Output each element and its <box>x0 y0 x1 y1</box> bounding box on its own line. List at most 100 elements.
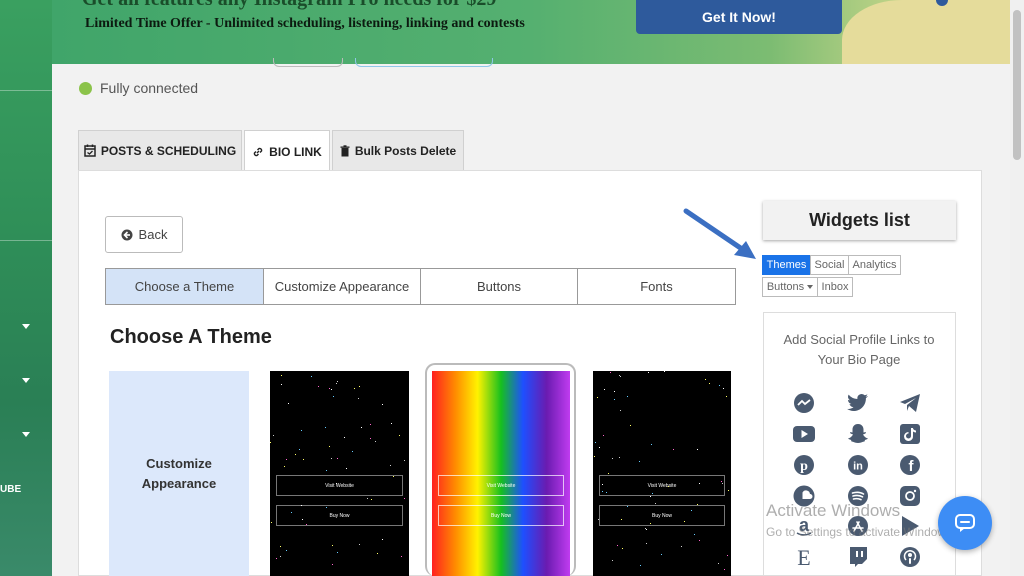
star-decoration <box>697 449 698 450</box>
star-decoration <box>650 496 651 497</box>
chevron-down-icon[interactable] <box>22 378 30 383</box>
widget-tab-social[interactable]: Social <box>810 255 849 275</box>
star-decoration <box>281 384 282 385</box>
star-decoration <box>604 389 605 390</box>
star-decoration <box>336 483 337 484</box>
subtab-fonts[interactable]: Fonts <box>577 268 736 305</box>
star-decoration <box>367 498 368 499</box>
star-decoration <box>639 461 640 462</box>
star-decoration <box>646 529 647 530</box>
star-decoration <box>271 522 272 523</box>
calendar-check-icon <box>84 144 96 157</box>
star-decoration <box>336 383 337 384</box>
star-decoration <box>326 470 327 471</box>
star-decoration <box>329 446 330 447</box>
preview-visit-button: Visit Website <box>438 475 564 496</box>
star-decoration <box>705 379 706 380</box>
telegram-icon[interactable] <box>898 391 922 415</box>
snapchat-icon[interactable] <box>846 422 870 446</box>
svg-text:p: p <box>800 459 808 474</box>
status-indicator <box>79 82 92 95</box>
sidebar-item-youtube-label[interactable]: UBE <box>0 484 21 495</box>
header-button[interactable] <box>355 58 493 67</box>
pinterest-icon[interactable]: p <box>792 453 816 477</box>
subtab-buttons[interactable]: Buttons <box>420 268 578 305</box>
podcast-icon[interactable] <box>898 545 922 569</box>
star-decoration <box>333 396 334 397</box>
star-decoration <box>699 483 700 484</box>
theme-card-rainbow[interactable]: Visit Website Buy Now <box>432 371 570 576</box>
star-decoration <box>331 458 332 459</box>
star-decoration <box>627 506 628 507</box>
messenger-icon[interactable] <box>792 391 816 415</box>
chat-button[interactable] <box>938 496 992 550</box>
tab-label: BIO LINK <box>269 144 322 159</box>
widget-tab-inbox[interactable]: Inbox <box>817 277 853 297</box>
star-decoration <box>610 372 611 373</box>
instagram-icon[interactable] <box>898 484 922 508</box>
theme-card-customize[interactable]: Customize Appearance <box>109 371 249 576</box>
theme-card-starry-dark[interactable]: Visit Website Buy Now <box>593 371 731 576</box>
chevron-down-icon[interactable] <box>22 324 30 329</box>
chat-icon <box>955 514 975 532</box>
subtab-customize-appearance[interactable]: Customize Appearance <box>263 268 421 305</box>
caret-down-icon <box>807 285 814 289</box>
star-decoration <box>280 556 281 557</box>
social-panel-heading: Add Social Profile Links to Your Bio Pag… <box>783 332 935 367</box>
tab-posts-scheduling[interactable]: POSTS & SCHEDULING <box>78 130 242 170</box>
star-decoration <box>382 404 383 405</box>
star-decoration <box>375 441 376 442</box>
twitter-icon[interactable] <box>846 391 870 415</box>
widget-tab-themes[interactable]: Themes <box>762 255 811 275</box>
tiktok-icon[interactable] <box>898 422 922 446</box>
star-decoration <box>332 564 333 565</box>
linkedin-icon[interactable]: in <box>846 453 870 477</box>
banner-decoration <box>842 0 1010 64</box>
tab-label: POSTS & SCHEDULING <box>100 143 237 158</box>
star-decoration <box>724 569 725 570</box>
star-decoration <box>722 483 723 484</box>
facebook-icon[interactable]: f <box>898 453 922 477</box>
subtab-choose-theme[interactable]: Choose a Theme <box>105 268 264 305</box>
preview-visit-button: Visit Website <box>599 475 725 496</box>
star-decoration <box>602 484 603 485</box>
widget-tab-buttons[interactable]: Buttons <box>762 277 818 297</box>
tab-bio-link[interactable]: BIO LINK <box>244 130 330 172</box>
star-decoration <box>270 442 271 443</box>
star-decoration <box>621 519 622 520</box>
widget-tab-label: Buttons <box>766 281 805 293</box>
windows-watermark-title: Activate Windows <box>766 501 901 520</box>
scrollbar-thumb[interactable] <box>1013 10 1021 160</box>
youtube-icon[interactable] <box>792 422 816 446</box>
star-decoration <box>595 442 596 443</box>
star-decoration <box>359 544 360 545</box>
star-decoration <box>718 563 719 564</box>
app-sidebar: UBE <box>0 0 52 576</box>
twitch-icon[interactable] <box>846 545 870 569</box>
section-title: Choose A Theme <box>110 326 272 348</box>
star-decoration <box>329 388 330 389</box>
tab-label: Bulk Posts Delete <box>354 143 457 158</box>
arrow-circle-left-icon <box>121 229 133 240</box>
theme-card-starry[interactable]: Visit Website Buy Now <box>270 371 409 576</box>
star-decoration <box>393 476 394 477</box>
star-decoration <box>640 565 641 566</box>
star-decoration <box>661 554 662 555</box>
page-scrollbar[interactable] <box>1010 0 1024 576</box>
star-decoration <box>377 553 378 554</box>
star-decoration <box>721 481 722 482</box>
back-button[interactable]: Back <box>105 216 183 253</box>
sidebar-divider <box>0 90 52 91</box>
chevron-down-icon[interactable] <box>22 432 30 437</box>
tab-bulk-posts-delete[interactable]: Bulk Posts Delete <box>332 130 464 170</box>
star-decoration <box>311 376 312 377</box>
widget-tab-analytics[interactable]: Analytics <box>848 255 901 275</box>
star-decoration <box>617 545 618 546</box>
star-decoration <box>291 512 292 513</box>
get-it-now-button[interactable]: Get It Now! <box>636 0 842 34</box>
header-button[interactable] <box>273 58 343 67</box>
star-decoration <box>614 391 615 392</box>
star-decoration <box>622 548 623 549</box>
star-decoration <box>284 466 285 467</box>
etsy-icon[interactable]: E <box>792 545 816 569</box>
